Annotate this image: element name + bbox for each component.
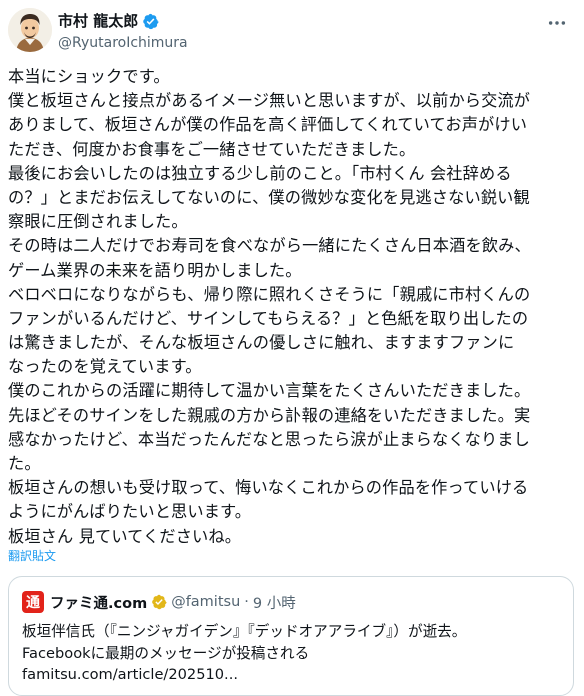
- post-line: 本当にショックです。: [8, 67, 170, 86]
- quoted-post-link[interactable]: famitsu.com/article/202510...: [22, 664, 466, 686]
- post-line: 板垣さん 見ていてくださいね。: [8, 526, 242, 546]
- quoted-author-name[interactable]: ファミ通.com: [50, 592, 147, 613]
- post-line: た。: [8, 454, 41, 473]
- post-line: ファンがいるんだけど、サインしてもらえる？」と色紙を取り出したの: [8, 308, 529, 328]
- post-line: その時は二人だけでお寿司を食べながら一緒にたくさん日本酒を飲み、: [8, 236, 531, 256]
- post-line: 僕と板垣さんと接点があるイメージ無いと思いますが、以前から交流が: [8, 91, 531, 111]
- post-line: 最後にお会いしたのは独立する少し前のこと。「市村くん 会社辞める: [8, 163, 512, 183]
- post-line: 感なかったけど、本当だったんだなと思ったら涙が止まらなくなりまし: [8, 429, 530, 449]
- quoted-author-handle[interactable]: @famitsu: [171, 594, 240, 610]
- post-line: ベロベロになりながらも、帰り際に照れくさそうに「親戚に市村くんの: [8, 284, 531, 304]
- post-line: 察眼に圧倒されました。: [8, 212, 188, 232]
- quoted-post-time[interactable]: 9 小時: [253, 592, 296, 613]
- quoted-post-card[interactable]: 通 ファミ通.com @famitsu · 9 小時 板垣伴信氏（『ニンジャガイ…: [8, 576, 574, 696]
- author-name-row: 市村 龍太郎: [58, 10, 188, 32]
- post-header: 市村 龍太郎 @RyutaroIchimura: [8, 8, 584, 56]
- gold-verified-badge-icon: [151, 594, 167, 610]
- author-handle[interactable]: @RyutaroIchimura: [58, 33, 188, 53]
- author-display-name[interactable]: 市村 龍太郎: [58, 11, 138, 31]
- avatar[interactable]: [8, 8, 52, 52]
- post-line: 先ほどそのサインをした親戚の方から訃報の連絡をいただきました。実: [8, 405, 531, 425]
- post-body: 本当にショックです。 僕と板垣さんと接点があるイメージ無いと思いますが、以前から…: [8, 65, 578, 549]
- verified-badge-icon[interactable]: [142, 13, 159, 30]
- more-options-icon[interactable]: [546, 12, 568, 34]
- post-line: 僕のこれからの活躍に期待して温かい言葉をたくさんいただきました。: [8, 381, 531, 401]
- post-line: ありまして、板垣さんが僕の作品を高く評価してくれていてお声がけい: [8, 115, 528, 135]
- post-line: なったのを覚えています。: [8, 357, 202, 377]
- author-block: 市村 龍太郎 @RyutaroIchimura: [58, 10, 188, 53]
- quoted-post-header: 通 ファミ通.com @famitsu · 9 小時: [22, 591, 296, 613]
- avatar-illustration-icon: [8, 8, 52, 52]
- post-line: ただき、何度かお食事をご一緒させていただきました。: [8, 139, 416, 159]
- post-line: の？」とまだお伝えしてないのに、僕の微妙な変化を見逃さない鋭い観: [8, 187, 530, 207]
- translate-post-link[interactable]: 翻訳貼文: [8, 548, 56, 564]
- post-line: ようにがんばりたいと思います。: [8, 502, 252, 522]
- quoted-post-line: 板垣伴信氏（『ニンジャガイデン』『デッドオアアライブ』）が逝去。: [22, 623, 467, 640]
- post-line: 板垣さんの想いも受け取って、悔いなくこれからの作品を作っていける: [8, 478, 529, 498]
- post-line: は驚きましたが、そんな板垣さんの優しさに触れ、ますますファンに: [8, 333, 515, 353]
- post-line: ゲーム業界の未来を語り明かしました。: [8, 260, 302, 280]
- famitsu-logo[interactable]: 通: [22, 591, 44, 613]
- quoted-post-line: Facebookに最期のメッセージが投稿される: [22, 644, 310, 662]
- meta-separator: ·: [244, 594, 249, 610]
- quoted-post-body: 板垣伴信氏（『ニンジャガイデン』『デッドオアアライブ』）が逝去。 Faceboo…: [22, 621, 466, 686]
